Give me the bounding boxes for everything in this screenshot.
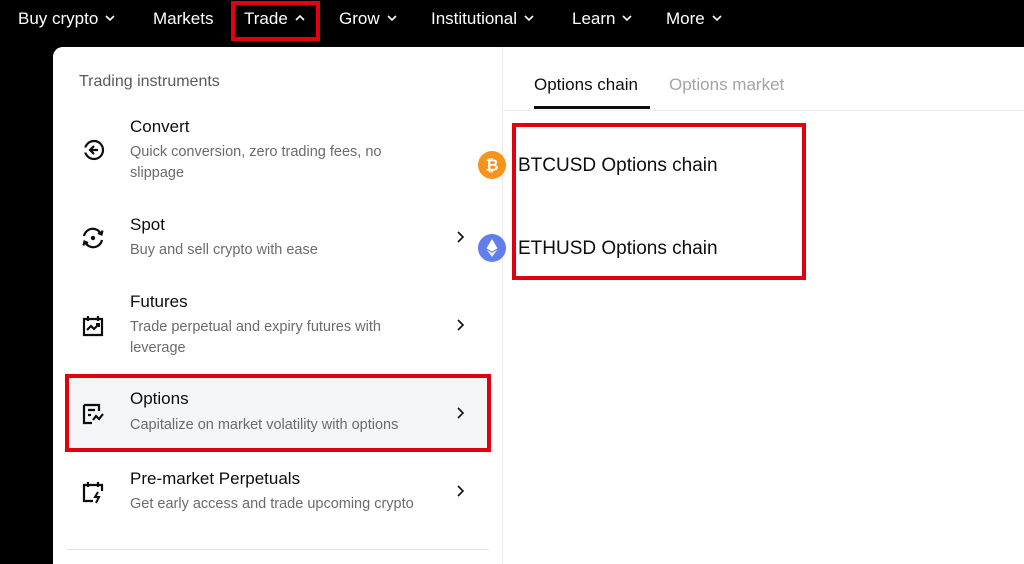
nav-label: Buy crypto — [18, 9, 99, 28]
section-title: Trading instruments — [79, 73, 220, 90]
svg-text:₿: ₿ — [485, 156, 498, 175]
nav-label: Institutional — [431, 9, 517, 28]
nav-buy-crypto[interactable]: Buy crypto — [18, 0, 116, 38]
menu-item-title: Spot — [130, 215, 165, 234]
tab-options-chain[interactable]: Options chain — [534, 75, 638, 95]
chevron-down-icon — [523, 12, 535, 24]
column-divider — [502, 47, 503, 564]
chevron-right-icon — [454, 230, 466, 244]
nav-grow[interactable]: Grow — [339, 0, 398, 38]
convert-icon — [79, 136, 107, 164]
top-navigation: Buy crypto Markets Trade Grow Institutio… — [0, 0, 1024, 41]
chevron-down-icon — [621, 12, 633, 24]
nav-label: Markets — [153, 9, 214, 28]
nav-learn[interactable]: Learn — [572, 0, 633, 38]
nav-more[interactable]: More — [666, 0, 723, 38]
menu-item-title: Pre-market Perpetuals — [130, 469, 301, 488]
chevron-right-icon — [454, 484, 466, 498]
menu-item-description: Buy and sell crypto with ease — [130, 242, 318, 258]
menu-item-description: Trade perpetual and expiry futures with … — [130, 319, 381, 356]
spot-icon — [79, 224, 107, 252]
bitcoin-icon: ₿ — [478, 151, 506, 179]
options-highlight-box — [65, 374, 491, 452]
trade-highlight-box — [231, 1, 320, 41]
trading-instruments-column: Trading instruments Convert Quick conver… — [53, 47, 502, 564]
ethereum-icon — [478, 234, 506, 262]
menu-item-pre-market-perpetuals[interactable]: Pre-market Perpetuals Get early access a… — [65, 458, 490, 524]
menu-item-title: Convert — [130, 117, 190, 136]
nav-label: More — [666, 9, 705, 28]
divider — [67, 549, 489, 550]
chevron-down-icon — [386, 12, 398, 24]
menu-item-convert[interactable]: Convert Quick conversion, zero trading f… — [65, 107, 490, 187]
futures-icon — [79, 312, 107, 340]
chevron-right-icon — [454, 318, 466, 332]
active-tab-indicator — [534, 106, 650, 109]
nav-label: Learn — [572, 9, 616, 28]
tab-options-market[interactable]: Options market — [669, 75, 784, 95]
chevron-down-icon — [104, 12, 116, 24]
menu-item-title: Futures — [130, 292, 188, 311]
nav-label: Grow — [339, 9, 380, 28]
nav-markets[interactable]: Markets — [153, 0, 213, 38]
options-tabs: Options chain Options market — [503, 47, 1024, 111]
menu-item-futures[interactable]: Futures Trade perpetual and expiry futur… — [65, 282, 490, 368]
premarket-icon — [79, 478, 107, 506]
chevron-down-icon — [711, 12, 723, 24]
menu-item-description: Quick conversion, zero trading fees, no … — [130, 144, 382, 181]
options-chain-highlight-box — [512, 123, 806, 280]
menu-item-description: Get early access and trade upcoming cryp… — [130, 496, 414, 512]
menu-item-spot[interactable]: Spot Buy and sell crypto with ease — [65, 205, 490, 269]
nav-institutional[interactable]: Institutional — [431, 0, 535, 38]
